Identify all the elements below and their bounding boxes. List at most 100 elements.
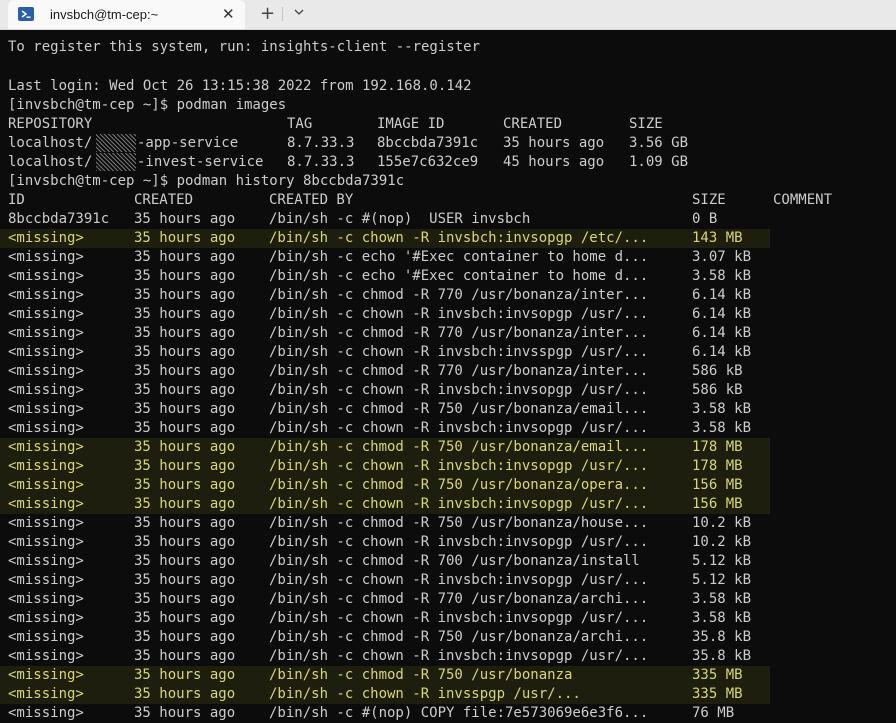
prompt-images: [invsbch@tm-cep ~]$ podman images [8, 97, 287, 113]
repo-suffix: -app-service [137, 135, 239, 151]
terminal-tab[interactable]: invsbch@tm-cep:~ ✕ [8, 0, 245, 29]
history-row: <missing> 35 hours ago/bin/sh -c chmod -R… [8, 590, 888, 609]
layer-created-by: /bin/sh -c chmod -R 770 /usr/bonanza/arc… [269, 591, 649, 607]
layer-id: <missing> [8, 382, 84, 398]
layer-created-by: /bin/sh -c chmod -R 750 /usr/bonanza/ema… [269, 439, 649, 455]
layer-size: 156 MB [692, 477, 743, 493]
layer-created: 35 hours ago [134, 306, 236, 322]
last-login: Last login: Wed Oct 26 13:15:38 2022 fro… [8, 78, 472, 94]
layer-size: 143 MB [692, 230, 743, 246]
layer-id: <missing> [8, 572, 84, 588]
layer-size: 0 B [692, 211, 718, 227]
layer-id: <missing> [8, 401, 84, 417]
history-row: 8bccbda7391c 35 hours ago/bin/sh -c #(nop… [8, 210, 888, 229]
layer-size: 335 MB [692, 686, 743, 702]
layer-created-by: /bin/sh -c #(nop) USER invsbch [269, 211, 531, 227]
layer-size: 156 MB [692, 496, 743, 512]
layer-id: <missing> [8, 629, 84, 645]
image-created: 35 hours ago [503, 135, 605, 151]
layer-id: <missing> [8, 420, 84, 436]
layer-created: 35 hours ago [134, 477, 236, 493]
header-size: SIZE [692, 192, 726, 208]
history-row: <missing> 35 hours ago/bin/sh -c chmod -R… [8, 400, 888, 419]
layer-id: <missing> [8, 591, 84, 607]
image-created: 45 hours ago [503, 154, 605, 170]
layer-size: 76 MB [692, 705, 735, 721]
prompt-history: [invsbch@tm-cep ~]$ podman history 8bccb… [8, 173, 405, 189]
layer-id: <missing> [8, 439, 84, 455]
layer-created-by: /bin/sh -c chown -R invsbch:invsopgp /us… [269, 306, 649, 322]
close-icon[interactable]: ✕ [222, 5, 235, 23]
history-row: <missing> 35 hours ago/bin/sh -c chmod -R… [8, 438, 888, 457]
layer-created: 35 hours ago [134, 648, 236, 664]
layer-size: 6.14 kB [692, 344, 752, 360]
image-tag: 8.7.33.3 [287, 154, 355, 170]
history-row: <missing> 35 hours ago/bin/sh -c chown -R… [8, 647, 888, 666]
layer-created-by: /bin/sh -c chown -R invsbch:invsopgp /us… [269, 382, 649, 398]
history-row: <missing> 35 hours ago/bin/sh -c chown -R… [8, 229, 888, 248]
layer-id: <missing> [8, 249, 84, 265]
new-tab-button[interactable]: + [260, 3, 275, 24]
terminal-output[interactable]: To register this system, run: insights-c… [0, 30, 896, 721]
header-created: CREATED [134, 192, 194, 208]
layer-created: 35 hours ago [134, 325, 236, 341]
layer-id: <missing> [8, 496, 84, 512]
layer-id: <missing> [8, 705, 84, 721]
layer-id: <missing> [8, 610, 84, 626]
layer-created: 35 hours ago [134, 591, 236, 607]
layer-size: 3.58 kB [692, 610, 752, 626]
layer-id: <missing> [8, 363, 84, 379]
layer-id: <missing> [8, 344, 84, 360]
repo-suffix: -invest-service [137, 154, 264, 170]
layer-created: 35 hours ago [134, 382, 236, 398]
header-image-id: IMAGE ID [377, 116, 445, 132]
layer-created-by: /bin/sh -c chown -R invsbch:invsopgp /us… [269, 534, 649, 550]
layer-size: 586 kB [692, 382, 743, 398]
layer-created: 35 hours ago [134, 287, 236, 303]
tab-title: invsbch@tm-cep:~ [50, 7, 159, 22]
repo-prefix: localhost/ [8, 135, 93, 151]
history-row: <missing> 35 hours ago/bin/sh -c chown -R… [8, 305, 888, 324]
layer-id: <missing> [8, 686, 84, 702]
header-id: ID [8, 192, 25, 208]
history-row: <missing> 35 hours ago/bin/sh -c #(nop) C… [8, 704, 888, 723]
layer-created: 35 hours ago [134, 534, 236, 550]
layer-created: 35 hours ago [134, 249, 236, 265]
layer-created: 35 hours ago [134, 439, 236, 455]
history-row: <missing> 35 hours ago/bin/sh -c chown -R… [8, 343, 888, 362]
layer-id: <missing> [8, 515, 84, 531]
layer-id: <missing> [8, 325, 84, 341]
layer-size: 6.14 kB [692, 287, 752, 303]
image-row: localhost/ -app-service 8.7.33.3 8bccbda… [8, 134, 888, 153]
layer-created-by: /bin/sh -c chown -R invsspgp /usr/... [269, 686, 581, 702]
layer-created: 35 hours ago [134, 268, 236, 284]
layer-id: <missing> [8, 306, 84, 322]
layer-id: <missing> [8, 648, 84, 664]
layer-size: 35.8 kB [692, 629, 752, 645]
layer-size: 35.8 kB [692, 648, 752, 664]
history-row: <missing> 35 hours ago/bin/sh -c chmod -R… [8, 628, 888, 647]
layer-size: 178 MB [692, 439, 743, 455]
header-comment: COMMENT [773, 192, 833, 208]
layer-created: 35 hours ago [134, 629, 236, 645]
history-row: <missing> 35 hours ago/bin/sh -c chown -R… [8, 533, 888, 552]
layer-created: 35 hours ago [134, 705, 236, 721]
layer-size: 5.12 kB [692, 572, 752, 588]
layer-id: <missing> [8, 458, 84, 474]
header-tag: TAG [287, 116, 313, 132]
layer-id: <missing> [8, 667, 84, 683]
layer-size: 3.58 kB [692, 420, 752, 436]
header-created-by: CREATED BY [269, 192, 354, 208]
history-row: <missing> 35 hours ago/bin/sh -c chmod -R… [8, 514, 888, 533]
layer-created-by: /bin/sh -c chmod -R 770 /usr/bonanza/int… [269, 287, 649, 303]
layer-created: 35 hours ago [134, 458, 236, 474]
layer-created: 35 hours ago [134, 610, 236, 626]
redacted-text [96, 153, 136, 171]
layer-created: 35 hours ago [134, 211, 236, 227]
history-row: <missing> 35 hours ago/bin/sh -c chown -R… [8, 419, 888, 438]
layer-created-by: /bin/sh -c chmod -R 750 /usr/bonanza/hou… [269, 515, 649, 531]
layer-created-by: /bin/sh -c chmod -R 750 /usr/bonanza/ema… [269, 401, 649, 417]
chevron-down-icon[interactable] [292, 6, 306, 18]
history-row: <missing> 35 hours ago/bin/sh -c chown -R… [8, 495, 888, 514]
layer-created-by: /bin/sh -c chown -R invsbch:invsopgp /et… [269, 230, 649, 246]
